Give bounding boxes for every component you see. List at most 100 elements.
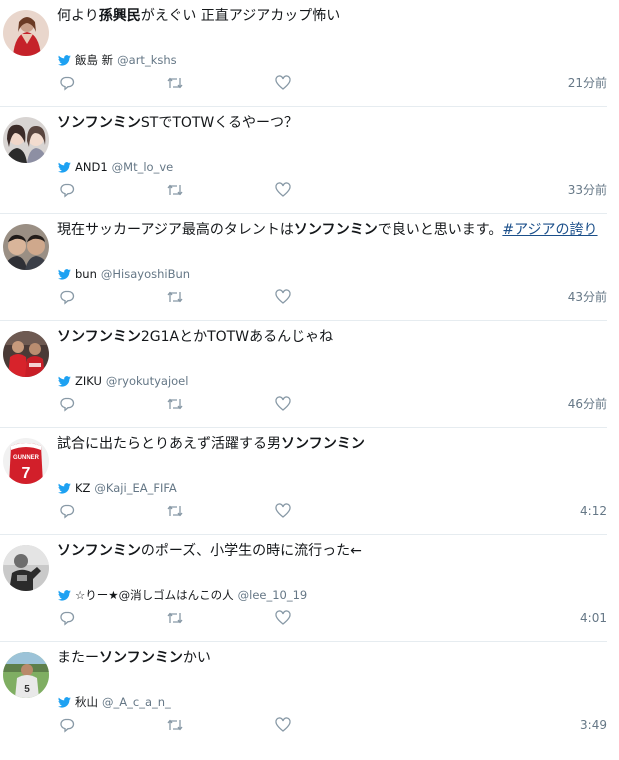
- tweet-actions: 46分前: [58, 394, 607, 414]
- tweet-text: またーソンフンミンかい: [57, 648, 603, 668]
- avatar[interactable]: [3, 117, 49, 163]
- tweet-item[interactable]: ソンフンミンのポーズ、小学生の時に流行った← ☆りー★@消しゴムはんこの人 @le…: [0, 535, 607, 642]
- like-heart-icon[interactable]: [275, 396, 291, 412]
- twitter-bird-icon: [58, 482, 71, 498]
- author-handle[interactable]: @_A_c_a_n_: [102, 695, 171, 709]
- highlighted-keyword: ソンフンミン: [99, 650, 183, 666]
- author-handle[interactable]: @HisayoshiBun: [101, 267, 190, 281]
- author-name: ☆りー★@消しゴムはんこの人: [75, 588, 234, 602]
- twitter-bird-icon: [58, 268, 71, 284]
- reply-icon[interactable]: [59, 717, 75, 733]
- tweet-author[interactable]: AND1 @Mt_lo_ve: [58, 159, 173, 177]
- author-handle[interactable]: @Kaji_EA_FIFA: [94, 481, 176, 495]
- tweet-item[interactable]: ソンフンミンSTでTOTWくるやーつ？ AND1 @Mt_lo_ve 33分前: [0, 107, 607, 214]
- author-handle[interactable]: @Mt_lo_ve: [112, 160, 174, 174]
- tweet-text-segment: 試合に出たらとりあえず活躍する男: [57, 436, 281, 452]
- tweet-author[interactable]: 飯島 新 @art_kshs: [58, 52, 177, 70]
- tweet-text: 現在サッカーアジア最高のタレントはソンフンミンで良いと思います。#アジアの誇り: [57, 220, 603, 240]
- retweet-icon[interactable]: [166, 75, 183, 91]
- tweet-text: 何より孫興民がえぐい 正直アジアカップ怖い: [57, 6, 603, 26]
- tweet-text-segment: のポーズ、小学生の時に流行った←: [140, 543, 362, 559]
- tweet-text: ソンフンミン2G1AとかTOTWあるんじゃね: [57, 327, 603, 347]
- highlighted-keyword: ソンフンミン: [281, 436, 365, 452]
- tweet-text-segment: がえぐい 正直アジアカップ怖い: [140, 8, 341, 24]
- twitter-bird-icon: [58, 161, 71, 177]
- tweet-author[interactable]: ZIKU @ryokutyajoel: [58, 373, 188, 391]
- tweet-actions: 4:01: [58, 608, 607, 628]
- avatar[interactable]: [3, 224, 49, 270]
- like-heart-icon[interactable]: [275, 182, 291, 198]
- tweet-actions: 33分前: [58, 180, 607, 200]
- tweet-text-segment: かい: [182, 650, 211, 666]
- svg-text:GUNNER: GUNNER: [13, 455, 40, 461]
- tweet-feed: 何より孫興民がえぐい 正直アジアカップ怖い 飯島 新 @art_kshs 21分前…: [0, 0, 619, 760]
- highlighted-keyword: 孫興民: [98, 8, 141, 24]
- twitter-bird-icon: [58, 696, 71, 712]
- highlighted-keyword: ソンフンミン: [57, 329, 141, 345]
- tweet-timestamp[interactable]: 21分前: [568, 75, 607, 91]
- tweet-text-segment: STでTOTWくるやーつ？: [140, 115, 298, 131]
- tweet-item[interactable]: 何より孫興民がえぐい 正直アジアカップ怖い 飯島 新 @art_kshs 21分前: [0, 0, 607, 107]
- highlighted-keyword: ソンフンミン: [57, 543, 141, 559]
- tweet-timestamp[interactable]: 43分前: [568, 289, 607, 305]
- tweet-text-segment: 2G1AとかTOTWあるんじゃね: [140, 329, 334, 345]
- highlighted-keyword: ソンフンミン: [57, 115, 141, 131]
- tweet-author[interactable]: KZ @Kaji_EA_FIFA: [58, 480, 177, 498]
- author-name: ZIKU: [75, 374, 102, 388]
- tweet-timestamp[interactable]: 4:01: [580, 610, 607, 626]
- tweet-text-segment: 現在サッカーアジア最高のタレントは: [57, 222, 294, 238]
- reply-icon[interactable]: [59, 610, 75, 626]
- retweet-icon[interactable]: [166, 503, 183, 519]
- author-handle[interactable]: @lee_10_19: [238, 588, 308, 602]
- twitter-bird-icon: [58, 589, 71, 605]
- reply-icon[interactable]: [59, 289, 75, 305]
- tweet-timestamp[interactable]: 4:12: [580, 503, 607, 519]
- avatar[interactable]: [3, 10, 49, 56]
- tweet-item[interactable]: ソンフンミン2G1AとかTOTWあるんじゃね ZIKU @ryokutyajoel…: [0, 321, 607, 428]
- tweet-author[interactable]: bun @HisayoshiBun: [58, 266, 190, 284]
- tweet-text-segment: 何より: [57, 8, 99, 24]
- author-handle[interactable]: @ryokutyajoel: [106, 374, 189, 388]
- author-name: 秋山: [75, 695, 98, 709]
- retweet-icon[interactable]: [166, 396, 183, 412]
- tweet-timestamp[interactable]: 33分前: [568, 182, 607, 198]
- tweet-item[interactable]: GUNNER 7 試合に出たらとりあえず活躍する男ソンフンミン KZ @Kaji_E…: [0, 428, 607, 535]
- like-heart-icon[interactable]: [275, 289, 291, 305]
- tweet-item[interactable]: 5 またーソンフンミンかい 秋山 @_A_c_a_n_ 3:49: [0, 642, 607, 749]
- like-heart-icon[interactable]: [275, 503, 291, 519]
- svg-text:5: 5: [24, 684, 30, 695]
- tweet-timestamp[interactable]: 46分前: [568, 396, 607, 412]
- avatar[interactable]: GUNNER 7: [3, 438, 49, 484]
- svg-text:7: 7: [22, 465, 31, 482]
- like-heart-icon[interactable]: [275, 610, 291, 626]
- tweet-author[interactable]: ☆りー★@消しゴムはんこの人 @lee_10_19: [58, 587, 307, 605]
- retweet-icon[interactable]: [166, 182, 183, 198]
- like-heart-icon[interactable]: [275, 717, 291, 733]
- hashtag-link[interactable]: #アジアの誇り: [502, 222, 597, 238]
- author-name: 飯島 新: [75, 53, 114, 67]
- avatar[interactable]: [3, 545, 49, 591]
- tweet-timestamp[interactable]: 3:49: [580, 717, 607, 733]
- twitter-bird-icon: [58, 375, 71, 391]
- reply-icon[interactable]: [59, 182, 75, 198]
- reply-icon[interactable]: [59, 75, 75, 91]
- retweet-icon[interactable]: [166, 289, 183, 305]
- retweet-icon[interactable]: [166, 610, 183, 626]
- reply-icon[interactable]: [59, 396, 75, 412]
- tweet-text: ソンフンミンのポーズ、小学生の時に流行った←: [57, 541, 603, 561]
- avatar[interactable]: 5: [3, 652, 49, 698]
- tweet-text-segment: で良いと思います。: [377, 222, 503, 238]
- tweet-actions: 21分前: [58, 73, 607, 93]
- tweet-item[interactable]: 現在サッカーアジア最高のタレントはソンフンミンで良いと思います。#アジアの誇り …: [0, 214, 607, 321]
- author-handle[interactable]: @art_kshs: [117, 53, 176, 67]
- reply-icon[interactable]: [59, 503, 75, 519]
- twitter-bird-icon: [58, 54, 71, 70]
- like-heart-icon[interactable]: [275, 75, 291, 91]
- avatar[interactable]: [3, 331, 49, 377]
- tweet-author[interactable]: 秋山 @_A_c_a_n_: [58, 694, 171, 712]
- highlighted-keyword: ソンフンミン: [293, 222, 378, 238]
- retweet-icon[interactable]: [166, 717, 183, 733]
- tweet-actions: 43分前: [58, 287, 607, 307]
- tweet-actions: 3:49: [58, 715, 607, 735]
- author-name: KZ: [75, 481, 91, 495]
